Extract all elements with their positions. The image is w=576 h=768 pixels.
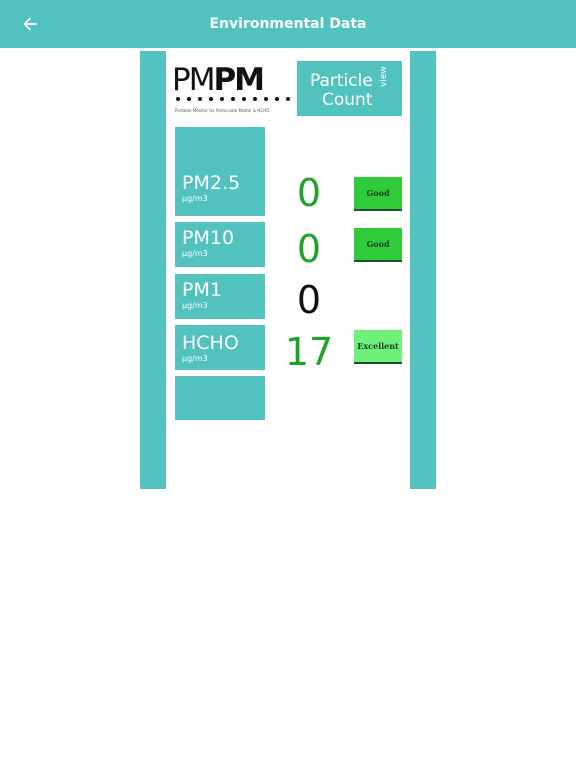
particle-count-view-button[interactable]: Particle Count view — [297, 61, 402, 116]
metric-tile-empty — [175, 376, 265, 420]
metric-name: PM10 — [182, 227, 235, 249]
metric-unit: μg/m3 — [182, 194, 208, 203]
status-badge-pm25: Good — [354, 177, 402, 211]
view-button-side-label: view — [379, 66, 389, 87]
logo-dots — [176, 97, 301, 101]
status-badge-hcho: Excellent — [354, 330, 402, 364]
right-rail — [410, 51, 436, 489]
metric-tile-pm10: PM10 μg/m3 — [175, 222, 265, 267]
metric-value-pm1: 0 — [296, 278, 322, 322]
metric-unit: μg/m3 — [182, 354, 208, 363]
logo-tagline: Portable Monitor for Particulate Matter … — [175, 108, 270, 113]
metric-name: PM2.5 — [182, 172, 241, 194]
view-button-line2: Count — [322, 90, 373, 110]
metric-name: HCHO — [182, 332, 239, 354]
metric-name: PM1 — [182, 279, 222, 301]
metric-tile-pm25: PM2.5 μg/m3 — [175, 127, 265, 216]
metric-value-hcho: 17 — [284, 330, 334, 374]
pmpm-logo: PMPM Portable Monitor for Particulate Ma… — [170, 60, 301, 120]
metric-value-pm10: 0 — [296, 227, 322, 271]
status-badge-pm10: Good — [354, 228, 402, 262]
metric-unit: μg/m3 — [182, 301, 208, 310]
metric-value-pm25: 0 — [296, 171, 322, 215]
view-button-line1: Particle — [310, 71, 373, 91]
metric-unit: μg/m3 — [182, 249, 208, 258]
metric-tile-hcho: HCHO μg/m3 — [175, 325, 265, 370]
page-title: Environmental Data — [209, 16, 367, 32]
metric-tile-pm1: PM1 μg/m3 — [175, 274, 265, 319]
left-rail — [140, 51, 166, 489]
logo-wordmark: PMPM — [172, 62, 265, 98]
app-bar: Environmental Data — [0, 0, 576, 48]
